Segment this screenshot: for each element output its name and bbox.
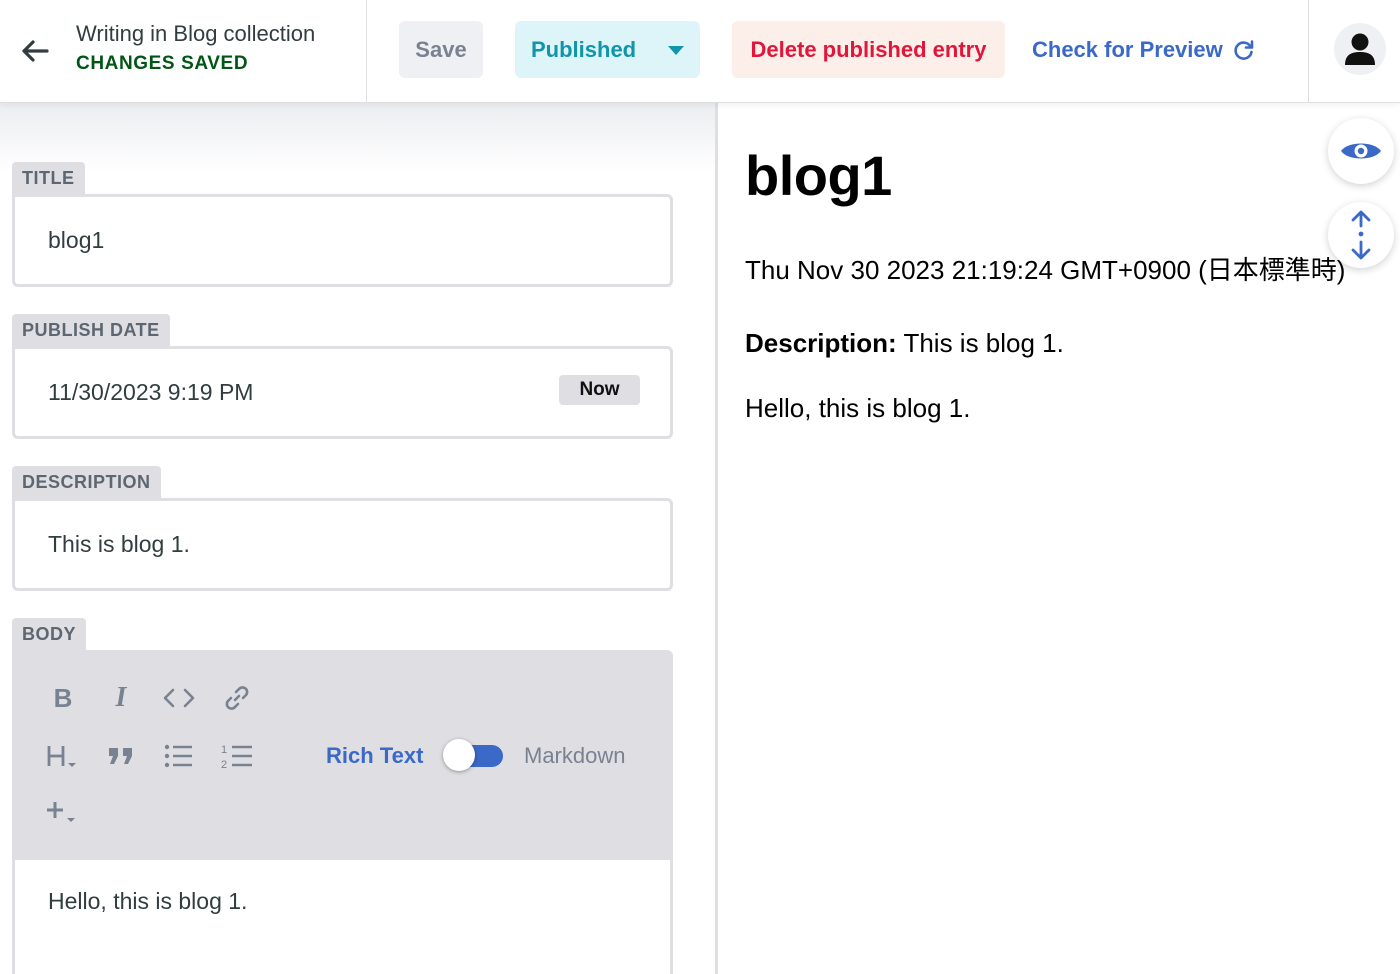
body-editor: B I 12 Rich Text Markdown Hello, this is… <box>12 650 673 974</box>
preview-body: Hello, this is blog 1. <box>745 393 971 423</box>
publish-date-label: PUBLISH DATE <box>12 314 170 346</box>
rich-text-mode-label[interactable]: Rich Text <box>326 743 423 769</box>
publish-status-dropdown[interactable]: Published <box>515 21 700 78</box>
caret-down-icon <box>668 46 684 55</box>
save-button[interactable]: Save <box>399 21 483 78</box>
description-input[interactable]: This is blog 1. <box>12 498 673 591</box>
preview-description: Description: This is blog 1. <box>745 328 1064 359</box>
preview-description-label: Description: <box>745 328 897 358</box>
editor-mode-toggle[interactable] <box>443 739 503 771</box>
numbered-list-icon[interactable]: 12 <box>219 738 255 774</box>
publish-date-value: 11/30/2023 9:19 PM <box>48 379 254 405</box>
check-for-preview-label: Check for Preview <box>1032 36 1223 62</box>
preview-description-value: This is blog 1. <box>903 328 1064 358</box>
quote-icon[interactable] <box>103 738 139 774</box>
topbar-divider <box>366 0 367 103</box>
title-field: TITLE blog1 <box>12 162 673 287</box>
description-field: DESCRIPTION This is blog 1. <box>12 466 673 591</box>
eye-icon <box>1339 137 1383 165</box>
link-icon[interactable] <box>219 680 255 716</box>
toggle-preview-button[interactable] <box>1328 118 1394 184</box>
title-input[interactable]: blog1 <box>12 194 673 287</box>
description-value: This is blog 1. <box>48 531 190 557</box>
delete-published-entry-button[interactable]: Delete published entry <box>732 21 1005 78</box>
sync-scroll-icon <box>1348 210 1374 260</box>
refresh-icon <box>1233 39 1255 61</box>
publish-date-input[interactable]: 11/30/2023 9:19 PM Now <box>12 346 673 439</box>
code-icon[interactable] <box>161 680 197 716</box>
body-toolbar: B I 12 Rich Text Markdown <box>15 653 670 860</box>
check-for-preview-link[interactable]: Check for Preview <box>1032 21 1255 78</box>
publish-status-label: Published <box>531 36 637 62</box>
now-button[interactable]: Now <box>559 375 640 405</box>
bulleted-list-icon[interactable] <box>161 738 197 774</box>
body-content[interactable]: Hello, this is blog 1. <box>15 860 670 943</box>
preview-pane: blog1 Thu Nov 30 2023 21:19:24 GMT+0900 … <box>718 103 1400 974</box>
heading-icon[interactable] <box>45 738 81 774</box>
topbar-divider-right <box>1308 0 1309 103</box>
body-label: BODY <box>12 618 87 650</box>
markdown-mode-label[interactable]: Markdown <box>524 743 625 769</box>
preview-date: Thu Nov 30 2023 21:19:24 GMT+0900 (日本標準時… <box>745 255 1346 285</box>
back-arrow-icon[interactable] <box>18 34 52 68</box>
bold-icon[interactable]: B <box>45 680 81 716</box>
add-component-icon[interactable] <box>45 794 81 830</box>
editor-pane: TITLE blog1 PUBLISH DATE 11/30/2023 9:19… <box>0 103 715 974</box>
description-label: DESCRIPTION <box>12 466 161 498</box>
preview-title: blog1 <box>745 144 892 207</box>
italic-icon[interactable]: I <box>103 680 139 716</box>
sync-scroll-button[interactable] <box>1328 202 1394 268</box>
toggle-knob <box>443 739 475 771</box>
body-field: BODY B I 1 2 Rich Text Markdown Hello, t… <box>12 618 673 974</box>
svg-text:1: 1 <box>221 744 227 756</box>
collection-title: Writing in Blog collection <box>76 21 316 46</box>
save-status: CHANGES SAVED <box>76 53 249 74</box>
user-avatar-icon[interactable] <box>1334 23 1386 75</box>
title-label: TITLE <box>12 162 85 194</box>
editor-topbar: Writing in Blog collection CHANGES SAVED… <box>0 0 1400 103</box>
publish-date-field: PUBLISH DATE 11/30/2023 9:19 PM Now <box>12 314 673 439</box>
svg-text:2: 2 <box>221 759 227 770</box>
entry-title-block: Writing in Blog collection CHANGES SAVED <box>76 21 315 75</box>
title-value: blog1 <box>48 227 105 253</box>
